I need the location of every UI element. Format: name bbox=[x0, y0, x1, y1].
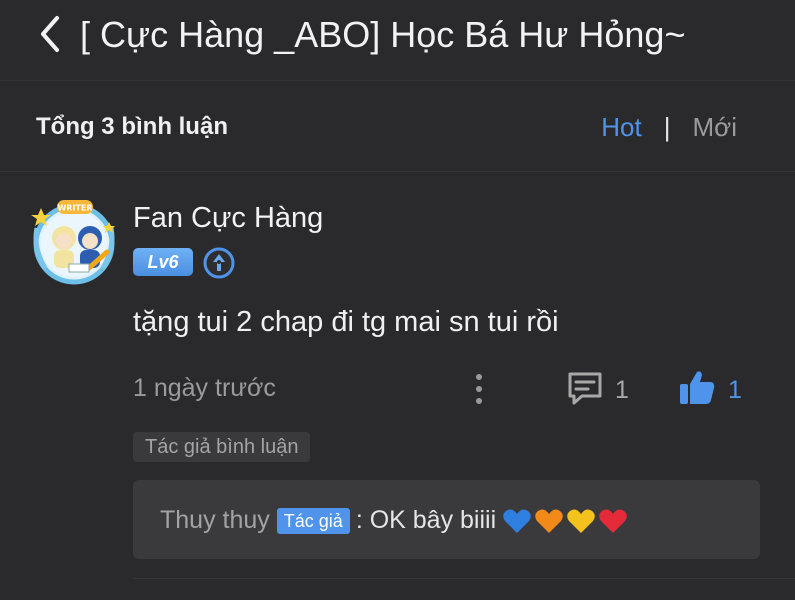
sort-new-tab[interactable]: Mới bbox=[693, 112, 737, 143]
top-bar: [ Cực Hàng _ABO] Học Bá Hư Hỏng~ bbox=[0, 0, 795, 81]
heart-emojis bbox=[502, 507, 628, 535]
like-count: 1 bbox=[728, 376, 742, 404]
reply-line: Thuy thuy Tác giả : OK bây biiii bbox=[160, 506, 628, 535]
pen-nib-badge-icon bbox=[203, 247, 235, 279]
avatar[interactable]: WRITER bbox=[29, 198, 119, 286]
author-comment-tag: Tác giả bình luận bbox=[133, 432, 311, 462]
yellow-heart-icon bbox=[567, 509, 595, 533]
reply-preview[interactable]: Thuy thuy Tác giả : OK bây biiii bbox=[133, 480, 760, 559]
comments-header: Tổng 3 bình luận Hot | Mới bbox=[0, 81, 795, 172]
comment-count: Tổng 3 bình luận bbox=[36, 113, 228, 140]
comment-icon bbox=[568, 372, 602, 405]
more-vertical-icon bbox=[476, 374, 482, 404]
level-badge: Lv6 bbox=[133, 248, 193, 276]
more-options-button[interactable] bbox=[466, 372, 492, 406]
back-button[interactable] bbox=[30, 10, 70, 58]
comment-time: 1 ngày trước bbox=[133, 374, 276, 402]
orange-heart-icon bbox=[535, 509, 563, 533]
comment-text: tặng tui 2 chap đi tg mai sn tui rồi bbox=[133, 306, 559, 338]
thumbs-up-icon bbox=[680, 371, 715, 404]
like-button[interactable] bbox=[678, 368, 716, 406]
chevron-left-icon bbox=[41, 16, 59, 52]
red-heart-icon bbox=[599, 509, 627, 533]
blue-heart-icon bbox=[503, 509, 531, 533]
sort-toggle: Hot | Mới bbox=[601, 112, 737, 143]
author-badge: Tác giả bbox=[276, 507, 350, 534]
sort-hot-tab[interactable]: Hot bbox=[601, 112, 641, 143]
reply-author-name[interactable]: Thuy thuy bbox=[160, 506, 270, 535]
reply-text: : OK bây biiii bbox=[355, 506, 497, 534]
sort-separator: | bbox=[663, 112, 671, 142]
reply-button[interactable] bbox=[566, 370, 604, 406]
divider bbox=[133, 578, 795, 579]
avatar-badge-text: WRITER bbox=[57, 204, 92, 213]
comment-username[interactable]: Fan Cực Hàng bbox=[133, 202, 323, 235]
page-title: [ Cực Hàng _ABO] Học Bá Hư Hỏng~ bbox=[80, 14, 686, 55]
reply-count: 1 bbox=[615, 376, 629, 404]
